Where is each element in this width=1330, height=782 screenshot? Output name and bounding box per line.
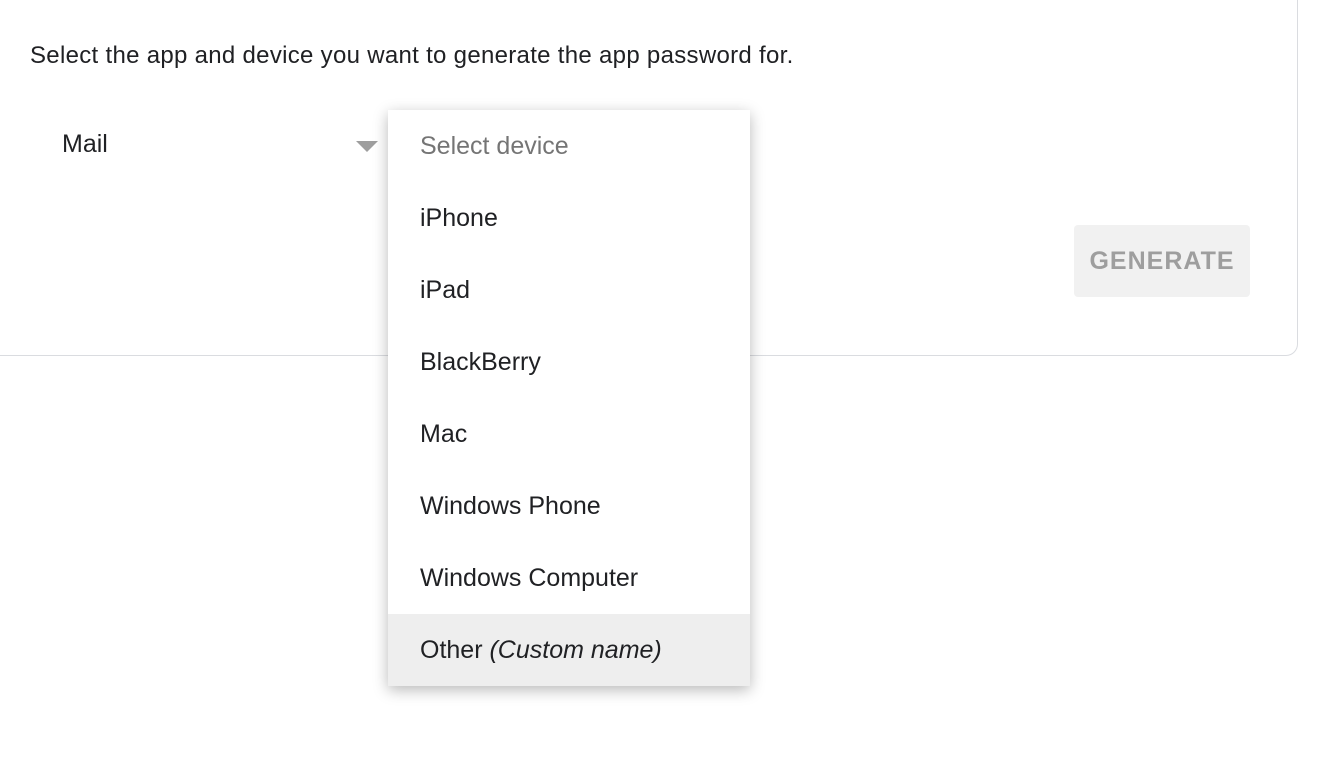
other-hint: (Custom name) [489,636,662,664]
generate-button[interactable]: GENERATE [1074,225,1250,297]
menu-item-iphone[interactable]: iPhone [388,182,750,254]
menu-item-other[interactable]: Other (Custom name) [388,614,750,686]
dropdown-arrow-icon [356,141,378,152]
app-select[interactable]: Mail [62,128,382,168]
menu-item-blackberry[interactable]: BlackBerry [388,326,750,398]
other-label: Other [420,636,483,664]
menu-item-mac[interactable]: Mac [388,398,750,470]
instructions-text: Select the app and device you want to ge… [30,42,794,69]
device-dropdown-menu: Select device iPhone iPad BlackBerry Mac… [388,110,750,686]
menu-item-windows-phone[interactable]: Windows Phone [388,470,750,542]
menu-item-windows-computer[interactable]: Windows Computer [388,542,750,614]
menu-item-ipad[interactable]: iPad [388,254,750,326]
menu-item-placeholder[interactable]: Select device [388,110,750,182]
app-select-value: Mail [62,130,108,158]
